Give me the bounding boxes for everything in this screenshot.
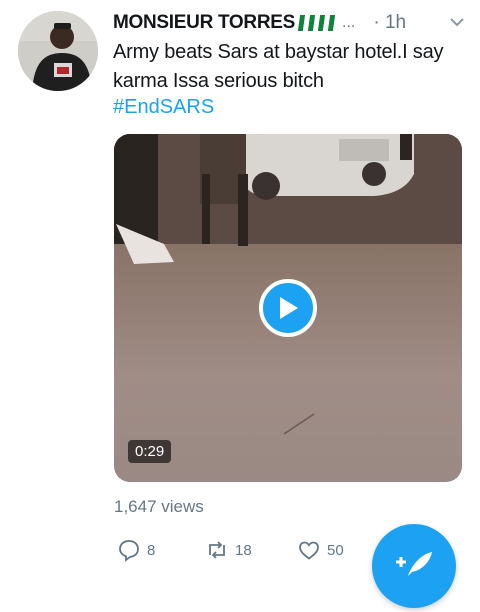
- play-icon: [280, 297, 298, 319]
- avatar-image: [18, 11, 98, 91]
- avatar[interactable]: [18, 11, 98, 91]
- compose-tweet-icon: [396, 552, 432, 576]
- hashtag-link[interactable]: #EndSARS: [113, 96, 214, 119]
- video-player[interactable]: 0:29: [114, 134, 462, 482]
- heart-icon: [299, 541, 319, 560]
- like-button[interactable]: 50: [297, 538, 344, 562]
- like-count: 50: [327, 541, 344, 559]
- view-count: 1,647 views: [114, 497, 204, 516]
- retweet-count: 18: [235, 541, 252, 559]
- play-button[interactable]: [259, 279, 317, 337]
- retweet-icon: [209, 541, 225, 559]
- name-truncation: ...: [342, 14, 356, 31]
- tweet-timestamp[interactable]: · 1h: [373, 12, 406, 34]
- tweet-text: Army beats Sars at baystar hotel.I say k…: [113, 41, 444, 92]
- nigeria-flag-emojis: [297, 15, 336, 31]
- reply-icon: [119, 540, 139, 562]
- nigeria-flag-icon: [317, 15, 336, 31]
- nigeria-flag-icon: [297, 15, 316, 31]
- compose-tweet-button[interactable]: [372, 524, 456, 608]
- chevron-down-icon[interactable]: [448, 13, 466, 31]
- reply-button[interactable]: 8: [117, 538, 155, 562]
- reply-count: 8: [147, 541, 156, 559]
- author-name[interactable]: MONSIEUR TORRES: [113, 12, 295, 34]
- retweet-button[interactable]: 18: [205, 538, 252, 562]
- video-duration: 0:29: [128, 440, 172, 463]
- tweet-header: MONSIEUR TORRES ... · 1h: [113, 9, 466, 37]
